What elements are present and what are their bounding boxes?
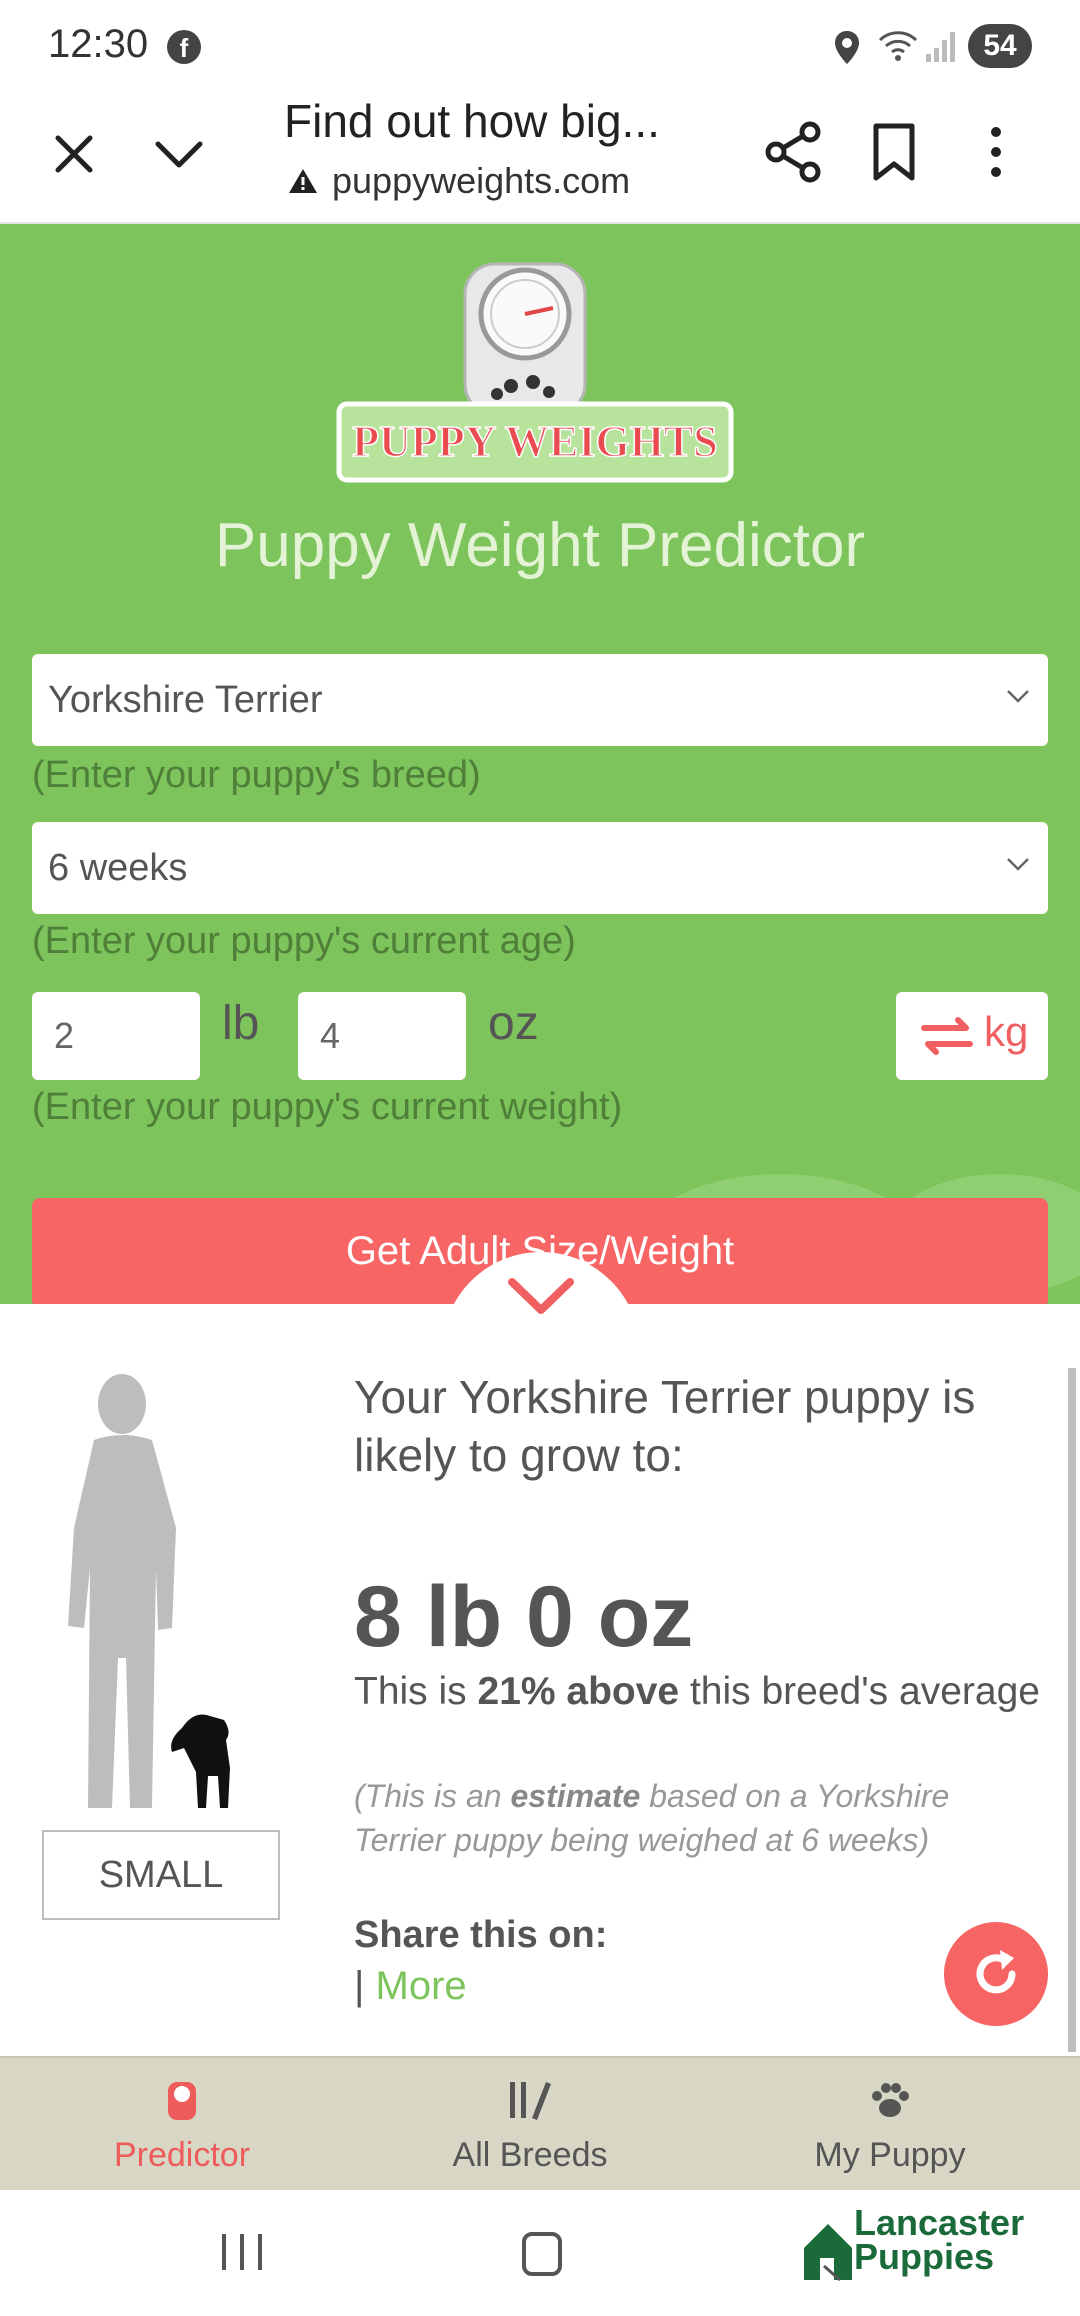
predicted-weight: 8 lb 0 oz bbox=[354, 1569, 694, 1665]
page-heading: Puppy Weight Predictor bbox=[214, 511, 866, 580]
signal-icon bbox=[926, 32, 955, 62]
refresh-icon bbox=[976, 1950, 1016, 1994]
warning-icon bbox=[289, 169, 317, 193]
unit-toggle-button[interactable]: kg bbox=[896, 992, 1048, 1080]
average-comparison: This is 21% above this breed's average bbox=[354, 1670, 1040, 1714]
lancaster-puppies-logo: Lancaster Puppies bbox=[800, 2202, 1040, 2296]
breed-hint: (Enter your puppy's breed) bbox=[32, 754, 481, 796]
puppy-weights-logo: PUPPY WEIGHTS bbox=[336, 262, 734, 483]
browser-toolbar: Find out how big... puppyweights.com bbox=[0, 90, 1080, 224]
size-category-label: SMALL bbox=[42, 1830, 280, 1920]
nav-predictor-label: Predictor bbox=[113, 2136, 251, 2174]
share-more-link[interactable]: More bbox=[376, 1964, 467, 2008]
location-icon bbox=[835, 31, 859, 64]
result-intro: Your Yorkshire Terrier puppy is likely t… bbox=[354, 1371, 976, 1481]
logo-text: PUPPY WEIGHTS bbox=[352, 417, 718, 466]
predictor-form: PUPPY WEIGHTS Puppy Weight Predictor Yor… bbox=[0, 224, 1080, 1304]
brand-line-1: Lancaster bbox=[854, 2202, 1025, 2243]
size-comparison-illustration bbox=[68, 1374, 230, 1808]
compare-prefix: This is bbox=[354, 1670, 478, 1713]
weight-lb-input[interactable]: 2 bbox=[32, 992, 200, 1080]
system-navigation: Lancaster Puppies bbox=[0, 2190, 1080, 2316]
lancaster-house-icon bbox=[804, 2224, 852, 2282]
share-icon[interactable] bbox=[762, 120, 826, 184]
recent-apps-icon[interactable] bbox=[220, 2232, 264, 2272]
bookmark-icon[interactable] bbox=[866, 120, 922, 184]
lancaster-brand-text: Lancaster Puppies bbox=[854, 2202, 1025, 2277]
status-time: 12:30 bbox=[48, 22, 149, 66]
battery-indicator: 54 bbox=[968, 24, 1032, 68]
chevron-down-icon bbox=[508, 1278, 574, 1314]
facebook-icon: f bbox=[167, 30, 201, 64]
unit-toggle-label: kg bbox=[984, 1008, 1029, 1055]
share-links: | More bbox=[354, 1964, 467, 2009]
breeds-icon bbox=[510, 2082, 551, 2120]
nav-my-puppy-label: My Puppy bbox=[814, 2136, 966, 2174]
lb-unit-label: lb bbox=[222, 997, 260, 1050]
paw-icon bbox=[872, 2083, 909, 2117]
note-bold: estimate bbox=[510, 1778, 641, 1814]
note-prefix: (This is an bbox=[354, 1778, 511, 1814]
weight-hint: (Enter your puppy's current weight) bbox=[32, 1086, 623, 1128]
chevron-down-icon bbox=[1007, 858, 1029, 871]
wifi-icon bbox=[878, 31, 918, 61]
scrollbar[interactable] bbox=[1068, 1368, 1076, 2052]
url-text: puppyweights.com bbox=[332, 160, 631, 201]
estimate-note: (This is an estimate based on a Yorkshir… bbox=[354, 1774, 1044, 1862]
compare-suffix: this breed's average bbox=[679, 1670, 1040, 1713]
age-hint: (Enter your puppy's current age) bbox=[32, 920, 576, 962]
breed-select[interactable]: Yorkshire Terrier bbox=[32, 654, 1048, 746]
bottom-navigation: Predictor All Breeds My Puppy bbox=[0, 2056, 1080, 2190]
swap-icon bbox=[921, 1017, 973, 1055]
age-select-value: 6 weeks bbox=[48, 847, 188, 889]
home-icon[interactable] bbox=[522, 2232, 562, 2276]
restart-button[interactable] bbox=[944, 1922, 1048, 2026]
more-vert-icon[interactable] bbox=[980, 120, 1012, 184]
nav-all-breeds[interactable]: All Breeds bbox=[380, 2058, 680, 2192]
scale-icon bbox=[168, 2082, 196, 2120]
nav-my-puppy[interactable]: My Puppy bbox=[740, 2058, 1040, 2192]
nav-all-breeds-label: All Breeds bbox=[452, 2136, 608, 2174]
nav-predictor[interactable]: Predictor bbox=[32, 2058, 332, 2192]
status-bar: 12:30 f 54 bbox=[0, 0, 1080, 90]
chevron-down-icon[interactable] bbox=[148, 124, 210, 184]
chevron-down-icon bbox=[1007, 690, 1029, 703]
compare-percent: 21% above bbox=[477, 1670, 680, 1713]
oz-unit-label: oz bbox=[488, 997, 539, 1050]
age-select[interactable]: 6 weeks bbox=[32, 822, 1048, 914]
close-icon[interactable] bbox=[44, 124, 104, 184]
page-title: Find out how big... bbox=[284, 95, 660, 147]
brand-line-2: Puppies bbox=[854, 2236, 995, 2277]
weight-oz-input[interactable]: 4 bbox=[298, 992, 466, 1080]
share-separator: | bbox=[354, 1964, 365, 2008]
breed-select-value: Yorkshire Terrier bbox=[48, 679, 323, 721]
share-heading: Share this on: bbox=[354, 1914, 608, 1956]
page-url[interactable]: puppyweights.com bbox=[288, 160, 630, 202]
